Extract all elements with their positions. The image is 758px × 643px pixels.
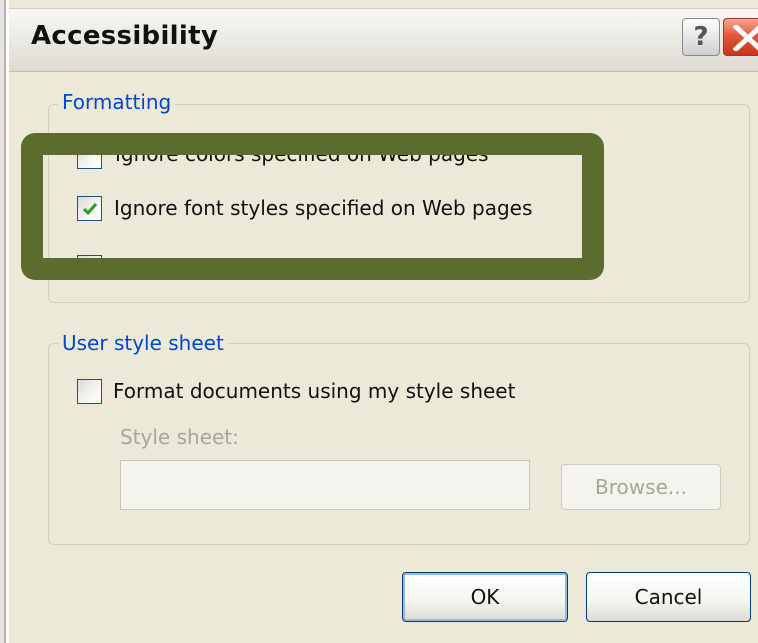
window-frame-left [0,0,9,643]
cancel-button[interactable]: Cancel [586,572,751,622]
format-documents-label[interactable]: Format documents using my style sheet [113,379,515,403]
help-button[interactable]: ? [682,18,720,56]
ignore-colors-checkbox[interactable] [77,152,102,169]
checkmark-icon [82,203,98,216]
browse-button-label: Browse... [595,475,687,499]
ok-button-label: OK [470,585,500,609]
ok-button[interactable]: OK [402,572,568,622]
ignore-font-sizes-checkbox[interactable] [77,255,102,267]
close-icon [733,25,758,51]
title-bar[interactable]: Accessibility ? [9,8,758,72]
accessibility-dialog: Accessibility ? Formatting Ignore colors… [0,0,758,643]
ignore-colors-label: Ignore colors specified on Web pages [115,152,489,166]
help-icon: ? [693,22,709,52]
close-button[interactable] [723,18,758,56]
cancel-button-label: Cancel [634,585,703,609]
ignore-font-styles-label[interactable]: Ignore font styles specified on Web page… [114,196,532,220]
ignore-font-sizes-label: Ignore font sizes specified on Web pages [115,255,525,267]
formatting-option-sizes-row[interactable]: Ignore font sizes specified on Web pages [75,255,575,267]
formatting-legend: Formatting [58,90,176,114]
ignore-font-styles-checkbox[interactable] [77,196,102,221]
user-style-sheet-legend: User style sheet [58,331,228,355]
dialog-title: Accessibility [31,21,219,51]
style-sheet-input[interactable] [120,460,530,510]
browse-button[interactable]: Browse... [561,464,721,510]
formatting-option-colors-row[interactable]: Ignore colors specified on Web pages [75,152,575,172]
format-documents-checkbox[interactable] [77,379,102,404]
style-sheet-label: Style sheet: [120,425,239,449]
